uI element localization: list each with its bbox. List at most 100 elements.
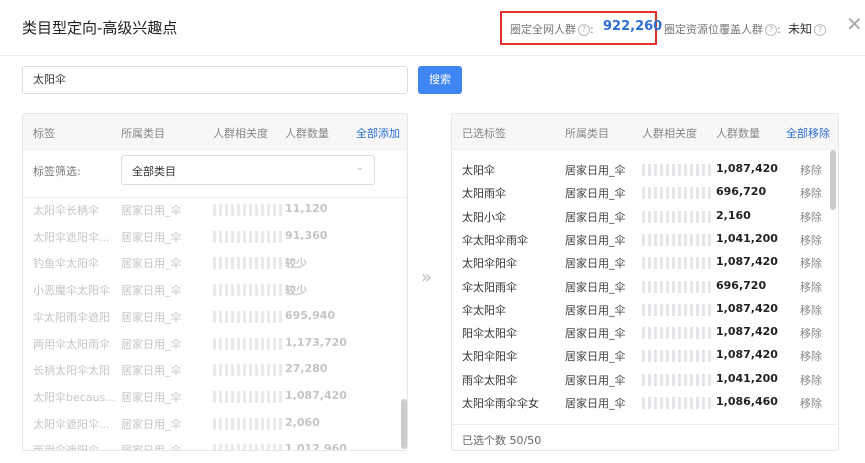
relevance-bars bbox=[642, 187, 714, 200]
selected-tag-row: 伞太阳雨伞 居家日用_伞 696,720 移除 bbox=[452, 275, 838, 299]
remove-button[interactable]: 移除 bbox=[800, 162, 822, 178]
relevance-bars bbox=[642, 280, 714, 293]
available-tag-row[interactable]: 伞太阳雨伞遮阳 居家日用_伞 695,940 bbox=[23, 305, 407, 329]
tag-category: 居家日用_伞 bbox=[121, 337, 182, 351]
remove-button[interactable]: 移除 bbox=[800, 302, 822, 318]
tag-count: 1,087,420 bbox=[716, 162, 778, 175]
tag-count: 1,087,420 bbox=[716, 348, 778, 362]
relevance-bars bbox=[213, 284, 285, 297]
coverage-stat-value: 未知? bbox=[788, 20, 827, 37]
relevance-bars bbox=[642, 233, 714, 246]
remove-button[interactable]: 移除 bbox=[800, 395, 822, 411]
remove-button[interactable]: 移除 bbox=[800, 185, 822, 201]
category-filter-value: 全部类目 bbox=[132, 165, 176, 178]
tag-name: 阳伞太阳伞 bbox=[462, 327, 517, 341]
tag-category: 居家日用_伞 bbox=[121, 417, 182, 431]
tag-name: 伞太阳伞雨伞 bbox=[462, 233, 528, 247]
relevance-bars bbox=[213, 204, 285, 216]
relevance-bars bbox=[642, 257, 714, 270]
right-scrollbar[interactable] bbox=[830, 150, 836, 210]
tag-category: 居家日用_伞 bbox=[565, 210, 626, 224]
tag-category: 居家日用_伞 bbox=[565, 303, 626, 317]
search-input[interactable]: 太阳伞 bbox=[22, 66, 408, 94]
available-tag-row[interactable]: 太阳伞becaus... 居家日用_伞 1,087,420 bbox=[23, 385, 407, 409]
remove-all-button[interactable]: 全部移除 bbox=[786, 125, 830, 141]
remove-button[interactable]: 移除 bbox=[800, 279, 822, 295]
tag-name: 太阳雨伞 bbox=[462, 187, 506, 201]
tag-filter-row: 标签筛选: 全部类目 ⌄ bbox=[23, 150, 407, 198]
tag-category: 居家日用_伞 bbox=[565, 257, 626, 271]
available-tag-row[interactable]: 小恶魔伞太阳伞 居家日用_伞 较少 bbox=[23, 278, 407, 302]
tag-category: 居家日用_伞 bbox=[121, 257, 182, 271]
tag-count: 696,720 bbox=[716, 278, 767, 292]
close-icon[interactable]: ✕ bbox=[846, 14, 863, 34]
tag-name: 长柄太阳伞太阳 bbox=[33, 364, 110, 378]
selected-tags-header: 已选标签 所属类目 人群相关度 人群数量 全部移除 bbox=[452, 114, 838, 150]
relevance-bars bbox=[213, 230, 285, 243]
remove-button[interactable]: 移除 bbox=[800, 255, 822, 271]
double-arrow-icon: » bbox=[421, 267, 433, 288]
available-tag-row[interactable]: 两用伞遮阳伞... 居家日用_伞 1,012,960 bbox=[23, 438, 407, 451]
remove-button[interactable]: 移除 bbox=[800, 209, 822, 225]
tag-name: 钓鱼伞太阳伞 bbox=[33, 257, 99, 271]
tag-count: 1,041,200 bbox=[716, 371, 778, 385]
selected-tag-row: 太阳伞雨伞伞女 居家日用_伞 1,086,460 移除 bbox=[452, 391, 838, 415]
audience-stat-label: 圈定全网人群?: bbox=[510, 21, 594, 37]
relevance-bars bbox=[213, 444, 285, 450]
tag-count: 696,720 bbox=[716, 185, 767, 199]
tag-name: 伞太阳雨伞遮阳 bbox=[33, 310, 110, 324]
search-button[interactable]: 搜索 bbox=[418, 66, 462, 94]
audience-stat-label-text: 圈定全网人群 bbox=[510, 23, 576, 36]
available-tag-row[interactable]: 钓鱼伞太阳伞 居家日用_伞 较少 bbox=[23, 251, 407, 275]
tag-category: 居家日用_伞 bbox=[121, 310, 182, 324]
tag-category: 居家日用_伞 bbox=[565, 280, 626, 294]
selected-tag-row: 太阳雨伞 居家日用_伞 696,720 移除 bbox=[452, 181, 838, 205]
tag-name: 太阳伞 bbox=[462, 164, 495, 177]
available-tag-row[interactable]: 两用伞太阳雨伞 居家日用_伞 1,173,720 bbox=[23, 332, 407, 356]
remove-button[interactable]: 移除 bbox=[800, 372, 822, 388]
tag-count: 1,086,460 bbox=[716, 395, 778, 408]
available-tag-row[interactable]: 长柄太阳伞太阳 居家日用_伞 27,280 bbox=[23, 358, 407, 382]
available-tag-row[interactable]: 太阳伞长柄伞 居家日用_伞 11,120 bbox=[23, 198, 407, 222]
stat-separator: : bbox=[590, 23, 594, 36]
tag-name: 太阳伞阳伞 bbox=[462, 350, 517, 364]
tag-name: 太阳伞遮阳伞... bbox=[33, 230, 110, 244]
help-icon[interactable]: ? bbox=[765, 24, 777, 36]
tag-name: 两用伞太阳雨伞 bbox=[33, 337, 110, 351]
tag-name: 伞太阳伞 bbox=[462, 303, 506, 317]
tag-count: 1,041,200 bbox=[716, 231, 778, 245]
relevance-bars bbox=[642, 373, 714, 386]
coverage-stat-value-text: 未知 bbox=[788, 22, 813, 36]
selected-tag-row: 雨伞太阳伞 居家日用_伞 1,041,200 移除 bbox=[452, 368, 838, 392]
available-tag-row[interactable]: 太阳伞遮阳伞... 居家日用_伞 91,360 bbox=[23, 225, 407, 249]
tag-category: 居家日用_伞 bbox=[565, 233, 626, 247]
tag-name: 两用伞遮阳伞... bbox=[33, 444, 110, 451]
tag-name: 小恶魔伞太阳伞 bbox=[33, 284, 110, 298]
coverage-stat-label-text: 圈定资源位覆盖人群 bbox=[664, 23, 763, 36]
remove-button[interactable]: 移除 bbox=[800, 325, 822, 341]
column-header-count: 人群数量 bbox=[285, 127, 329, 140]
tag-category: 居家日用_伞 bbox=[565, 350, 626, 364]
tag-count: 91,360 bbox=[285, 228, 328, 242]
tag-category: 居家日用_伞 bbox=[121, 284, 182, 298]
category-filter-select[interactable]: 全部类目 ⌄ bbox=[121, 155, 375, 185]
add-all-button[interactable]: 全部添加 bbox=[356, 125, 400, 141]
audience-stat-value: 922,260 bbox=[603, 19, 663, 34]
help-icon[interactable]: ? bbox=[578, 24, 590, 36]
stat-separator: : bbox=[777, 23, 781, 36]
remove-button[interactable]: 移除 bbox=[800, 348, 822, 364]
column-header-relevance: 人群相关度 bbox=[642, 127, 697, 140]
tag-count: 较少 bbox=[285, 257, 307, 271]
tag-name: 太阳小伞 bbox=[462, 210, 506, 224]
left-scrollbar[interactable] bbox=[401, 399, 407, 449]
tag-category: 居家日用_伞 bbox=[565, 164, 626, 177]
selected-tag-row: 太阳小伞 居家日用_伞 2,160 移除 bbox=[452, 205, 838, 229]
relevance-bars bbox=[642, 164, 714, 176]
remove-button[interactable]: 移除 bbox=[800, 232, 822, 248]
help-icon[interactable]: ? bbox=[814, 23, 827, 36]
available-tags-header: 标签 所属类目 人群相关度 人群数量 全部添加 bbox=[23, 114, 407, 150]
tag-name: 太阳伞becaus... bbox=[33, 390, 116, 404]
available-tag-row[interactable]: 太阳伞遮阳伞... 居家日用_伞 2,060 bbox=[23, 412, 407, 436]
selected-count-footer: 已选个数 50/50 bbox=[452, 424, 838, 450]
tag-category: 居家日用_伞 bbox=[121, 204, 182, 217]
